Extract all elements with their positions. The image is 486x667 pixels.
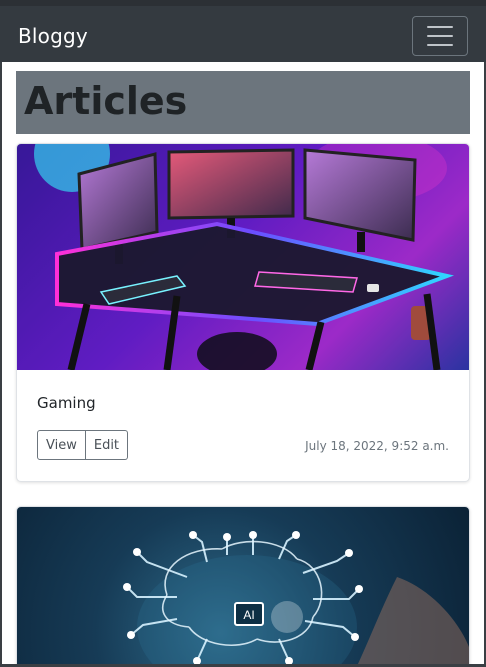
page-heading-bar: Articles [16, 71, 470, 134]
article-card: Gaming View Edit July 18, 2022, 9:52 a.m… [16, 143, 470, 482]
navbar: Bloggy [0, 0, 486, 62]
ai-chip-label: AI [243, 608, 254, 622]
article-card: AI [16, 506, 470, 667]
page-title: Articles [24, 79, 188, 123]
ai-circuit-brain-image: AI [17, 507, 469, 667]
view-button[interactable]: View [37, 430, 86, 460]
navbar-brand[interactable]: Bloggy [18, 24, 88, 48]
hamburger-menu-icon [427, 26, 453, 46]
article-title: Gaming [37, 394, 96, 412]
article-card-body: Gaming View Edit July 18, 2022, 9:52 a.m… [17, 370, 469, 481]
article-timestamp: July 18, 2022, 9:52 a.m. [305, 439, 449, 453]
gaming-desk-setup-image [17, 144, 469, 370]
page-content: Articles Gaming View Edit July 18, 2022,… [2, 62, 484, 667]
navbar-toggle-button[interactable] [412, 16, 468, 56]
article-actions: View Edit [37, 430, 129, 460]
edit-button[interactable]: Edit [85, 430, 129, 460]
